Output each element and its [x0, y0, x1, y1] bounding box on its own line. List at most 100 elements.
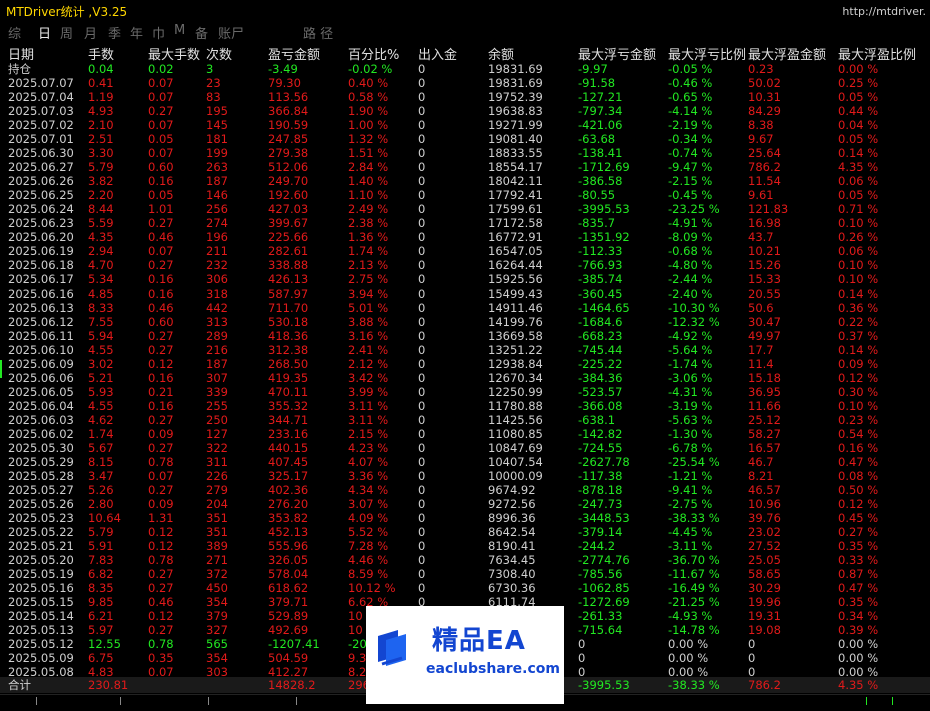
table-row[interactable]: 2025.06.23 5.59 0.27 274 399.67 2.38 % 0 17172.… [0, 216, 930, 230]
table-row[interactable]: 2025.05.23 10.64 1.31 351 353.82 4.09 % 0 8996.… [0, 511, 930, 525]
cell-pnl: 268.50 [268, 356, 309, 371]
scale-tick [296, 697, 297, 705]
cell-bal: 19271.99 [488, 118, 543, 133]
tab-3[interactable]: 月 [84, 23, 97, 42]
tab-8[interactable]: 备 [195, 23, 208, 42]
table-row[interactable]: 持仓 0.04 0.02 3 -3.49 -0.02 % 0 19831.69 -9.97 -0.… [0, 62, 930, 76]
cell-lots: 6.21 [88, 609, 114, 624]
table-row[interactable]: 2025.06.10 4.55 0.27 216 312.38 2.41 % 0 13251.… [0, 343, 930, 357]
cell-flp: -5.63 % [668, 412, 713, 427]
table-row[interactable]: 2025.05.21 5.91 0.12 389 555.96 7.28 % 0 8190.4… [0, 539, 930, 553]
cell-fpp: 0.14 % [838, 286, 879, 301]
table-row[interactable]: 2025.07.03 4.93 0.27 195 366.84 1.90 % 0 19638.… [0, 104, 930, 118]
cell-lots: 1.19 [88, 90, 114, 105]
scale-tick [120, 697, 121, 705]
cell-count: 256 [206, 202, 228, 217]
table-row[interactable]: 2025.05.26 2.80 0.09 204 276.20 3.07 % 0 9272.5… [0, 497, 930, 511]
tab-0[interactable]: 综 [8, 23, 21, 42]
cell-io: 0 [418, 314, 426, 329]
column-header[interactable]: 盈亏金额 [268, 44, 320, 63]
cell-maxlots: 0.21 [148, 384, 174, 399]
table-row[interactable]: 2025.05.29 8.15 0.78 311 407.45 4.07 % 0 10407.… [0, 455, 930, 469]
column-header[interactable]: 出入金 [418, 44, 457, 63]
cell-fpp: 0.50 % [838, 482, 879, 497]
column-header[interactable]: 百分比% [348, 44, 399, 63]
column-header[interactable]: 最大浮盈比例 [838, 44, 916, 63]
cell-bal: 9272.56 [488, 496, 536, 511]
cell-fp: 8.21 [748, 468, 774, 483]
cell-flp: -2.19 % [668, 118, 713, 133]
cell-count: 196 [206, 230, 228, 245]
table-row[interactable]: 2025.05.27 5.26 0.27 279 402.36 4.34 % 0 9674.9… [0, 483, 930, 497]
table-row[interactable]: 2025.06.13 8.33 0.46 442 711.70 5.01 % 0 14911.… [0, 301, 930, 315]
cell-lots: 1.74 [88, 426, 114, 441]
column-header[interactable]: 最大浮亏金额 [578, 44, 656, 63]
table-row[interactable]: 2025.07.04 1.19 0.07 83 113.56 0.58 % 0 19752.3… [0, 90, 930, 104]
table-row[interactable]: 2025.06.11 5.94 0.27 289 418.36 3.16 % 0 13669.… [0, 329, 930, 343]
column-header[interactable]: 手数 [88, 44, 114, 63]
table-row[interactable]: 2025.06.18 4.70 0.27 232 338.88 2.13 % 0 16264.… [0, 258, 930, 272]
column-header[interactable]: 日期 [8, 44, 34, 63]
scale-tick [208, 697, 209, 705]
cell-fl: -360.45 [578, 286, 623, 301]
table-row[interactable]: 2025.05.30 5.67 0.27 322 440.15 4.23 % 0 10847.… [0, 441, 930, 455]
table-row[interactable]: 2025.06.27 5.79 0.60 263 512.06 2.84 % 0 18554.… [0, 160, 930, 174]
table-row[interactable]: 2025.06.25 2.20 0.05 146 192.60 1.10 % 0 17792.… [0, 188, 930, 202]
cell-flp: -6.78 % [668, 440, 713, 455]
cell-flp: -8.09 % [668, 230, 713, 245]
cell-pct: 9.3 [348, 651, 367, 666]
table-row[interactable]: 2025.05.22 5.79 0.12 351 452.13 5.52 % 0 8642.5… [0, 525, 930, 539]
table-row[interactable]: 2025.06.12 7.55 0.60 313 530.18 3.88 % 0 14199.… [0, 315, 930, 329]
table-row[interactable]: 2025.06.05 5.93 0.21 339 470.11 3.99 % 0 12250.… [0, 385, 930, 399]
table-row[interactable]: 2025.06.06 5.21 0.16 307 419.35 3.42 % 0 12670.… [0, 371, 930, 385]
app-url-link[interactable]: http://mtdriver. [842, 5, 926, 18]
table-row[interactable]: 2025.06.30 3.30 0.07 199 279.38 1.51 % 0 18833.… [0, 146, 930, 160]
cell-pnl: 418.36 [268, 328, 309, 343]
table-row[interactable]: 2025.07.01 2.51 0.05 181 247.85 1.32 % 0 19081.… [0, 132, 930, 146]
cell-fl: -247.73 [578, 496, 623, 511]
table-row[interactable]: 2025.05.20 7.83 0.78 271 326.05 4.46 % 0 7634.4… [0, 553, 930, 567]
tab-9[interactable]: 账尸 [218, 23, 244, 42]
table-row[interactable]: 2025.05.28 3.47 0.07 226 325.17 3.36 % 0 10000.… [0, 469, 930, 483]
column-header[interactable]: 最大浮亏比例 [668, 44, 746, 63]
table-row[interactable]: 2025.06.19 2.94 0.07 211 282.61 1.74 % 0 16547.… [0, 244, 930, 258]
table-row[interactable]: 2025.06.24 8.44 1.01 256 427.03 2.49 % 0 17599.… [0, 202, 930, 216]
table-row[interactable]: 2025.06.17 5.34 0.16 306 426.13 2.75 % 0 15925.… [0, 272, 930, 286]
cell-fpp: 0.09 % [838, 356, 879, 371]
cell-fpp: 0.30 % [838, 384, 879, 399]
tab-2[interactable]: 周 [60, 23, 73, 42]
tab-4[interactable]: 季 [108, 23, 121, 42]
table-row[interactable]: 2025.06.03 4.62 0.27 250 344.71 3.11 % 0 11425.… [0, 413, 930, 427]
cell-io: 0 [418, 132, 426, 147]
cell-pct: 1.10 % [348, 188, 389, 203]
cell-pnl: 407.45 [268, 454, 309, 469]
table-row[interactable]: 2025.07.07 0.41 0.07 23 79.30 0.40 % 0 19831.69… [0, 76, 930, 90]
column-header[interactable]: 余额 [488, 44, 514, 63]
cell-lots: 10.64 [88, 511, 121, 525]
tab-7[interactable]: M [174, 23, 185, 38]
table-row[interactable]: 2025.06.20 4.35 0.46 196 225.66 1.36 % 0 16772.… [0, 230, 930, 244]
column-header[interactable]: 最大浮盈金额 [748, 44, 826, 63]
table-row[interactable]: 2025.05.19 6.82 0.27 372 578.04 8.59 % 0 7308.4… [0, 567, 930, 581]
tab-5[interactable]: 年 [130, 23, 143, 42]
column-header[interactable]: 最大手数 [148, 44, 200, 63]
tab-6[interactable]: 巾 [152, 23, 165, 42]
daily-stats-table: 持仓 0.04 0.02 3 -3.49 -0.02 % 0 19831.69 -9.97 -0.… [0, 62, 930, 679]
column-header[interactable]: 次数 [206, 44, 232, 63]
table-row[interactable]: 2025.06.09 3.02 0.12 187 268.50 2.12 % 0 12938.… [0, 357, 930, 371]
cell-maxlots: 0.16 [148, 370, 174, 385]
table-row[interactable]: 2025.06.04 4.55 0.16 255 355.32 3.11 % 0 11780.… [0, 399, 930, 413]
table-row[interactable]: 2025.05.16 8.35 0.27 450 618.62 10.12 % 0 6730.… [0, 581, 930, 595]
watermark-logo: 精品EA eaclubshare.com [366, 606, 564, 704]
cell-fl: -385.74 [578, 272, 623, 287]
table-row[interactable]: 2025.07.02 2.10 0.07 145 190.59 1.00 % 0 19271.… [0, 118, 930, 132]
cell-io: 0 [418, 412, 426, 427]
cell-maxlots: 0.78 [148, 637, 174, 652]
cell-pct: 2.12 % [348, 356, 389, 371]
table-row[interactable]: 2025.06.16 4.85 0.16 318 587.97 3.94 % 0 15499.… [0, 287, 930, 301]
table-row[interactable]: 2025.06.02 1.74 0.09 127 233.16 2.15 % 0 11080.… [0, 427, 930, 441]
tab-1[interactable]: 日 [38, 23, 51, 42]
cell-flp: -12.32 % [668, 314, 720, 329]
cell-pct: 3.36 % [348, 468, 389, 483]
table-row[interactable]: 2025.06.26 3.82 0.16 187 249.70 1.40 % 0 18042.… [0, 174, 930, 188]
